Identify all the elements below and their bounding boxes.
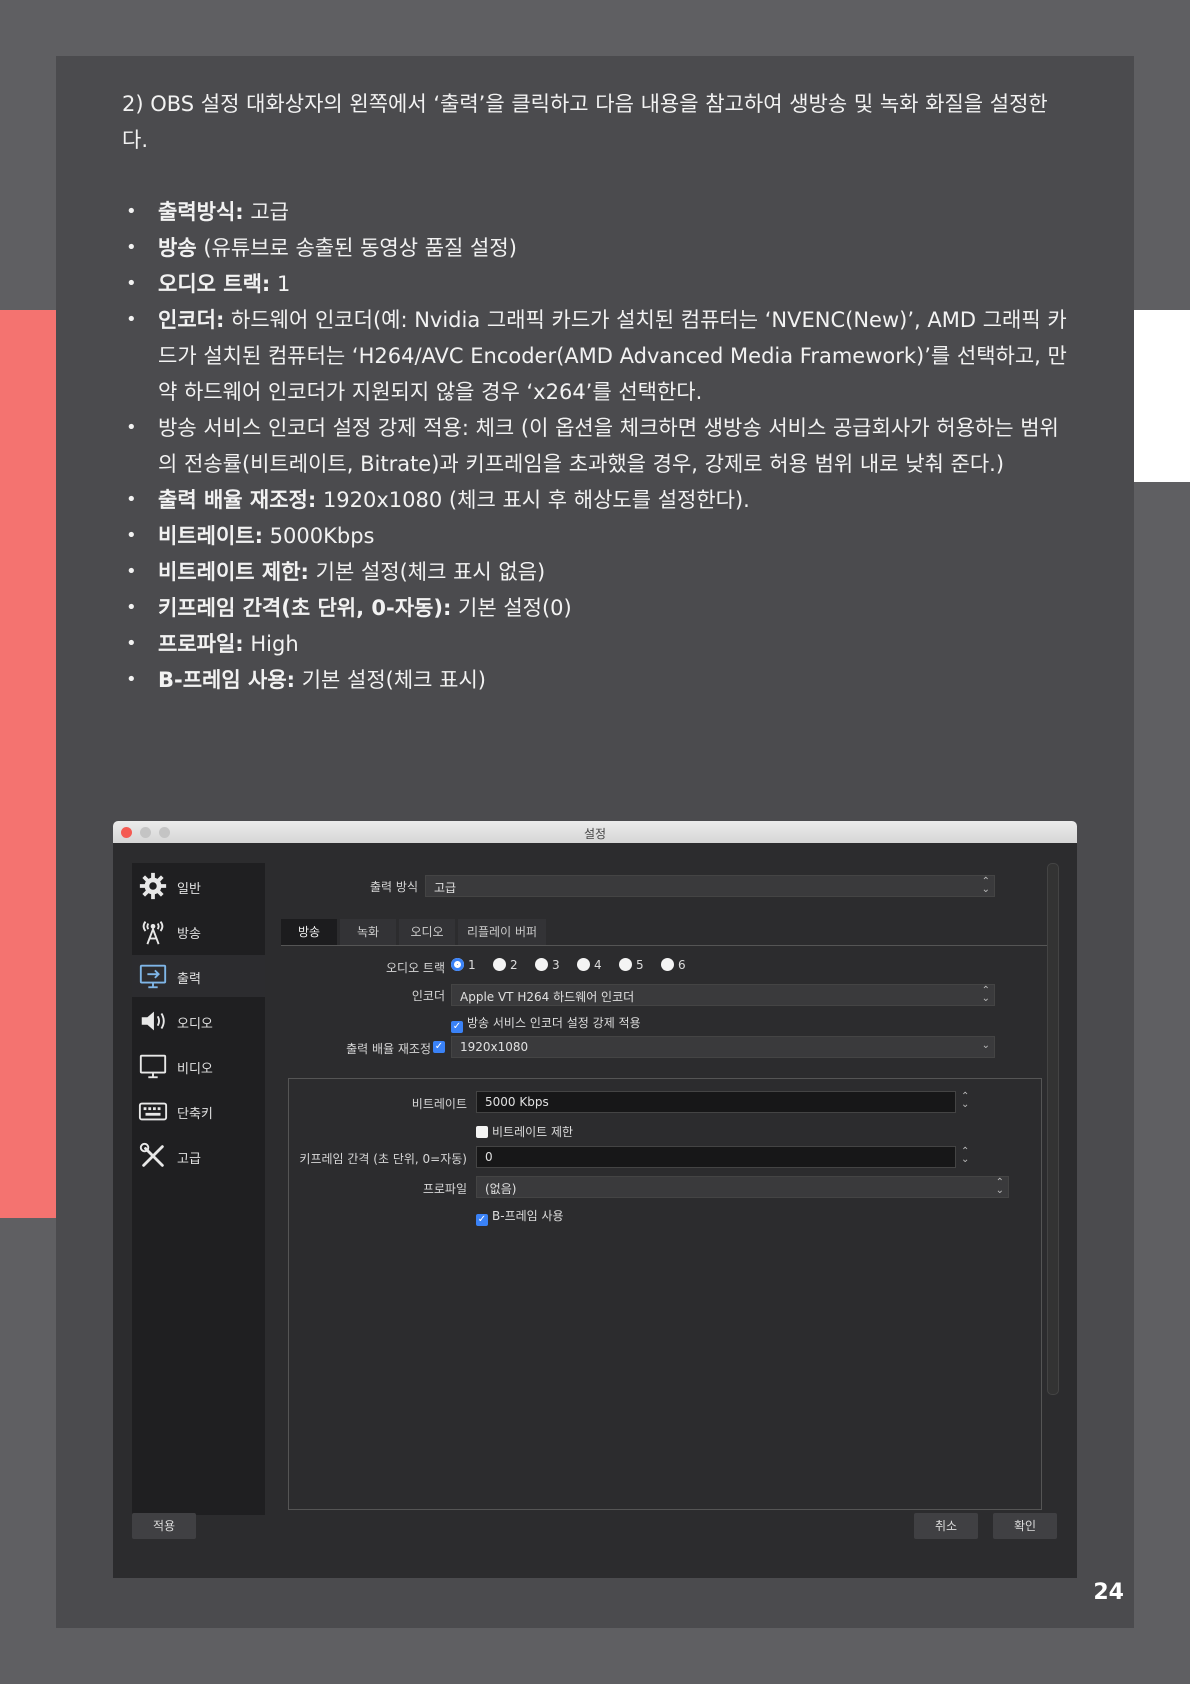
window-content: 일반 방송 출력 오디오 비디오 단축키 고급 출력 방식 고급 ⌃ ⌄ 방송 … (113, 843, 1077, 1578)
audio-track-radio-2[interactable]: 2 (493, 958, 518, 972)
ok-button[interactable]: 확인 (993, 1513, 1057, 1539)
enforce-encoder-checkbox[interactable]: ✓ 방송 서비스 인코더 설정 강제 적용 (451, 1014, 641, 1033)
vertical-scrollbar[interactable] (1047, 863, 1059, 1395)
sidebar-item-label: 비디오 (177, 1062, 213, 1077)
sidebar-item-label: 일반 (177, 882, 201, 897)
settings-sidebar: 일반 방송 출력 오디오 비디오 단축키 고급 (132, 863, 265, 1515)
sidebar-item-label: 오디오 (177, 1017, 213, 1032)
audio-track-label: 오디오 트랙 (385, 961, 445, 975)
settings-bullet-list: 출력방식: 고급 방송 (유튜브로 송출된 동영상 품질 설정) 오디오 트랙:… (122, 194, 1072, 698)
rescale-checkbox[interactable]: ✓ (433, 1041, 445, 1053)
audio-track-radio-3[interactable]: 3 (535, 958, 560, 972)
stepper-icon[interactable]: ⌃ ⌄ (961, 1147, 1037, 1165)
page-number: 24 (1093, 1580, 1124, 1605)
list-item: 프로파일: High (122, 626, 1072, 662)
sidebar-item-output[interactable]: 출력 (132, 955, 265, 997)
right-accent-bar (1134, 310, 1190, 482)
speaker-icon (137, 1006, 169, 1036)
updown-icon: ⌃ ⌄ (995, 1177, 1004, 1196)
output-settings-panel: 출력 방식 고급 ⌃ ⌄ 방송 녹화 오디오 리플레이 버퍼 오디오 트랙 1 2… (273, 863, 1063, 1513)
sidebar-item-label: 단축키 (177, 1107, 213, 1122)
list-item: 출력 배율 재조정: 1920x1080 (체크 표시 후 해상도를 설정한다)… (122, 482, 1072, 518)
sidebar-item-general[interactable]: 일반 (132, 865, 265, 907)
list-item: 방송 (유튜브로 송출된 동영상 품질 설정) (122, 230, 1072, 266)
updown-icon: ⌃ ⌄ (981, 876, 990, 895)
intro-paragraph: 2) OBS 설정 대화상자의 왼쪽에서 ‘출력’을 클릭하고 다음 내용을 참… (122, 92, 1048, 152)
encoder-select[interactable]: Apple VT H264 하드웨어 인코더 ⌃ ⌄ (451, 984, 995, 1006)
output-monitor-icon (137, 961, 169, 991)
obs-settings-window: 설정 일반 방송 출력 오디오 비디오 단축키 고급 출력 방식 고급 ⌃ ⌄ … (113, 821, 1077, 1578)
left-accent-bar (0, 310, 56, 1218)
list-item: 인코더: 하드웨어 인코더(예: Nvidia 그래픽 카드가 설치된 컴퓨터는… (122, 302, 1072, 410)
monitor-icon (137, 1051, 169, 1081)
keyframe-label: 키프레임 간격 (초 단위, 0=자동) (299, 1152, 467, 1166)
rescale-resolution-select[interactable]: 1920x1080 ⌄ (451, 1036, 995, 1058)
tools-icon (137, 1141, 169, 1171)
window-title: 설정 (583, 827, 607, 841)
sidebar-item-hotkeys[interactable]: 단축키 (132, 1090, 265, 1132)
tab-audio[interactable]: 오디오 (399, 919, 455, 945)
sidebar-item-audio[interactable]: 오디오 (132, 1000, 265, 1042)
checkmark-icon: ✓ (451, 1021, 463, 1033)
bitrate-limit-checkbox[interactable]: 비트레이트 제한 (476, 1123, 573, 1140)
list-item: 비트레이트 제한: 기본 설정(체크 표시 없음) (122, 554, 1072, 590)
stepper-icon[interactable]: ⌃ ⌄ (961, 1092, 1037, 1110)
window-titlebar: 설정 (113, 821, 1077, 843)
list-item: 방송 서비스 인코더 설정 강제 적용: 체크 (이 옵션을 체크하면 생방송 … (122, 410, 1072, 482)
checkmark-icon: ✓ (476, 1214, 488, 1226)
audio-track-radio-6[interactable]: 6 (661, 958, 686, 972)
list-item: 출력방식: 고급 (122, 194, 1072, 230)
tab-divider (281, 945, 1048, 946)
keyframe-input[interactable]: 0 (476, 1146, 956, 1168)
list-item: 비트레이트: 5000Kbps (122, 518, 1072, 554)
cancel-button[interactable]: 취소 (914, 1513, 978, 1539)
bframes-checkbox[interactable]: ✓ B-프레임 사용 (476, 1207, 564, 1226)
sidebar-item-label: 방송 (177, 927, 201, 942)
encoder-settings-group: 비트레이트 5000 Kbps ⌃ ⌄ 비트레이트 제한 키프레임 간격 (초 단… (288, 1078, 1042, 1510)
bitrate-input[interactable]: 5000 Kbps (476, 1091, 956, 1113)
sidebar-item-label: 고급 (177, 1152, 201, 1167)
keyboard-icon (137, 1096, 169, 1126)
sidebar-item-stream[interactable]: 방송 (132, 910, 265, 952)
rescale-label: 출력 배율 재조정 (346, 1042, 431, 1056)
tab-stream[interactable]: 방송 (281, 919, 337, 945)
sidebar-item-advanced[interactable]: 고급 (132, 1135, 265, 1177)
profile-select[interactable]: (없음) ⌃ ⌄ (476, 1176, 1009, 1198)
audio-track-radio-5[interactable]: 5 (619, 958, 644, 972)
audio-track-radio-1[interactable]: 1 (451, 958, 476, 972)
list-item: 키프레임 간격(초 단위, 0-자동): 기본 설정(0) (122, 590, 1072, 626)
updown-icon: ⌃ ⌄ (981, 985, 990, 1004)
output-mode-label: 출력 방식 (370, 880, 418, 894)
bitrate-label: 비트레이트 (411, 1097, 467, 1111)
gear-icon (137, 871, 169, 901)
tab-replay-buffer[interactable]: 리플레이 버퍼 (458, 919, 546, 945)
sidebar-item-video[interactable]: 비디오 (132, 1045, 265, 1087)
sidebar-item-label: 출력 (177, 972, 201, 987)
list-item: B-프레임 사용: 기본 설정(체크 표시) (122, 662, 1072, 698)
list-item: 오디오 트랙: 1 (122, 266, 1072, 302)
apply-button[interactable]: 적용 (132, 1513, 196, 1539)
broadcast-antenna-icon (137, 916, 169, 946)
encoder-label: 인코더 (411, 989, 445, 1003)
audio-track-radio-4[interactable]: 4 (577, 958, 602, 972)
output-mode-select[interactable]: 고급 ⌃ ⌄ (425, 875, 995, 897)
audio-track-radio-group: 1 2 3 4 5 6 (451, 958, 711, 974)
chevron-down-icon: ⌄ (981, 1040, 990, 1051)
profile-label: 프로파일 (422, 1182, 467, 1196)
tab-recording[interactable]: 녹화 (340, 919, 396, 945)
